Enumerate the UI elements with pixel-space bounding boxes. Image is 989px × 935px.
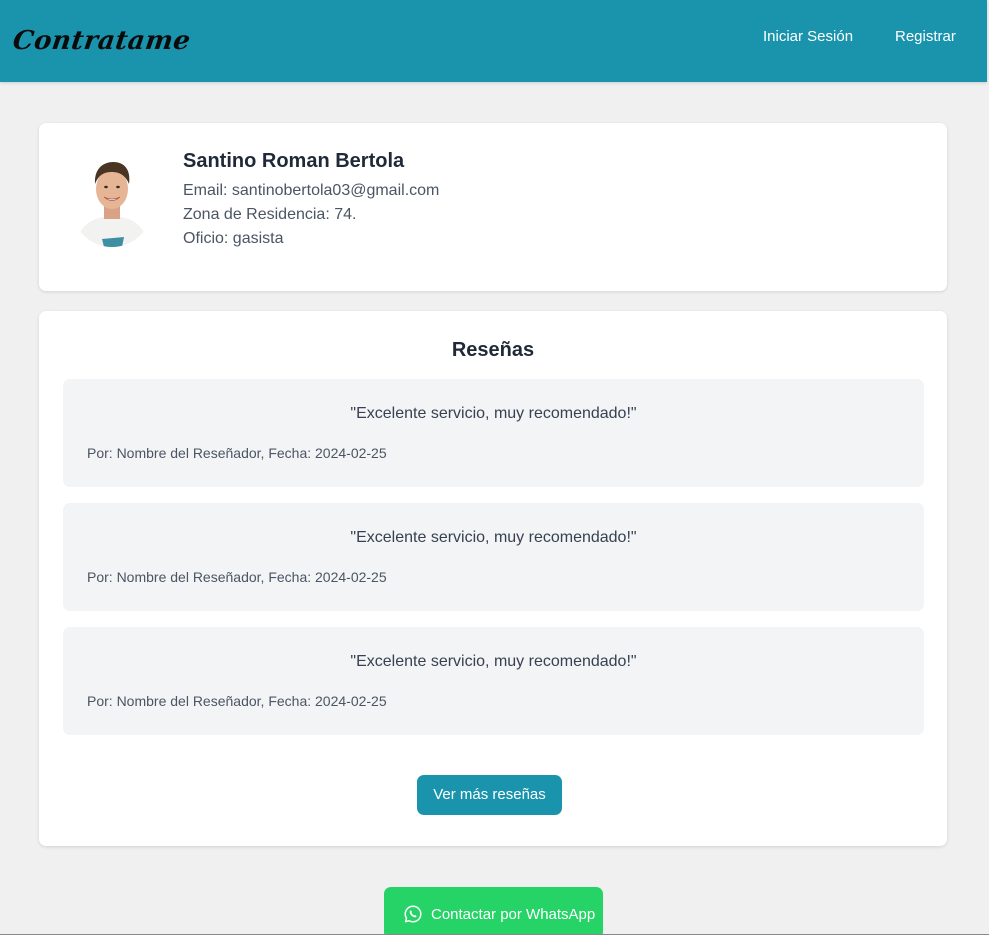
login-link[interactable]: Iniciar Sesión — [763, 29, 853, 45]
review-item: "Excelente servicio, muy recomendado!" P… — [63, 627, 924, 735]
whatsapp-icon — [404, 905, 422, 923]
navbar: Contratame Iniciar Sesión Registrar — [0, 0, 987, 82]
more-reviews-button[interactable]: Ver más reseñas — [417, 775, 562, 815]
review-item: "Excelente servicio, muy recomendado!" P… — [63, 379, 924, 487]
avatar — [72, 159, 152, 247]
reviews-title: Reseñas — [451, 339, 535, 361]
profile-name: Santino Roman Bertola — [183, 150, 405, 172]
register-link[interactable]: Registrar — [895, 29, 956, 45]
review-item: "Excelente servicio, muy recomendado!" P… — [63, 503, 924, 611]
profile-zona: Zona de Residencia: 74. — [183, 206, 357, 223]
profile-oficio: Oficio: gasista — [183, 230, 284, 247]
avatar-photo — [72, 159, 152, 247]
review-quote: "Excelente servicio, muy recomendado!" — [350, 529, 637, 546]
reviews-card: Reseñas "Excelente servicio, muy recomen… — [39, 311, 947, 846]
review-meta: Por: Nombre del Reseñador, Fecha: 2024-0… — [87, 569, 387, 585]
brand-logo[interactable]: Contratame — [11, 26, 193, 56]
review-quote: "Excelente servicio, muy recomendado!" — [350, 653, 637, 670]
profile-card: Santino Roman Bertola Email: santinobert… — [39, 123, 947, 291]
whatsapp-contact-button[interactable]: Contactar por WhatsApp — [384, 887, 603, 935]
review-quote: "Excelente servicio, muy recomendado!" — [350, 405, 637, 422]
profile-email: Email: santinobertola03@gmail.com — [183, 182, 440, 199]
whatsapp-label: Contactar por WhatsApp — [431, 906, 596, 923]
review-meta: Por: Nombre del Reseñador, Fecha: 2024-0… — [87, 445, 387, 461]
review-meta: Por: Nombre del Reseñador, Fecha: 2024-0… — [87, 693, 387, 709]
